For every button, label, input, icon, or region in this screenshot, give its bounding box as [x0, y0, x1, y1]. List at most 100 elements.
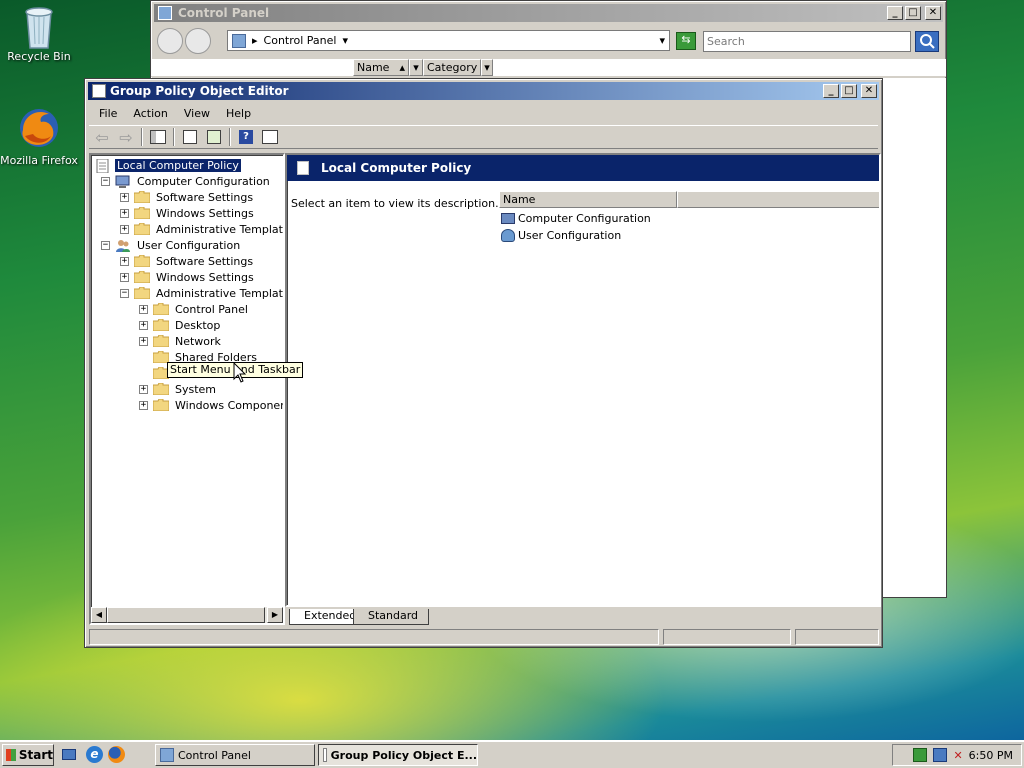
- expand-icon[interactable]: +: [120, 208, 129, 218]
- show-hide-tree-button[interactable]: [147, 127, 169, 147]
- sort-icon: ▴: [399, 61, 405, 74]
- horizontal-scrollbar[interactable]: ◀ ▶: [91, 607, 283, 623]
- close-button[interactable]: ✕: [861, 84, 877, 98]
- expand-icon[interactable]: +: [139, 320, 148, 330]
- chevron-right-icon: ▸: [252, 34, 258, 47]
- collapse-icon[interactable]: −: [101, 240, 110, 250]
- scroll-thumb[interactable]: [107, 607, 265, 623]
- properties-button[interactable]: [179, 127, 201, 147]
- expand-icon[interactable]: +: [139, 336, 148, 346]
- column-header-category[interactable]: Category: [423, 59, 481, 76]
- address-dropdown-icon[interactable]: ▾: [659, 34, 665, 47]
- menu-file[interactable]: File: [93, 105, 123, 122]
- tree-item-label: Network: [175, 334, 221, 348]
- forward-button[interactable]: [185, 28, 211, 54]
- scroll-right-button[interactable]: ▶: [267, 607, 283, 623]
- back-button[interactable]: [157, 28, 183, 54]
- expand-icon[interactable]: +: [139, 384, 148, 394]
- refresh-button[interactable]: ⇆: [676, 32, 696, 50]
- menu-action[interactable]: Action: [127, 105, 173, 122]
- column-header-name[interactable]: Name ▴: [353, 59, 409, 76]
- folder-icon: [152, 382, 170, 396]
- expand-icon[interactable]: +: [139, 304, 148, 314]
- taskbar-item-control-panel[interactable]: Control Panel: [155, 744, 315, 766]
- close-button[interactable]: ✕: [925, 6, 941, 20]
- tree-item[interactable]: + Administrative Templates: [120, 221, 285, 237]
- clock[interactable]: 6:50 PM: [969, 749, 1013, 762]
- tree-item[interactable]: + Software Settings: [120, 253, 255, 269]
- desktop-icon-recycle-bin[interactable]: Recycle Bin: [0, 2, 78, 63]
- tab-standard[interactable]: Standard: [353, 609, 430, 625]
- control-panel-header-row: Name ▴ ▾ Category ▾: [151, 59, 946, 77]
- minimize-button[interactable]: _: [887, 6, 903, 20]
- gpo-titlebar[interactable]: Group Policy Object Editor _ □ ✕: [88, 82, 879, 100]
- column-category-dropdown[interactable]: ▾: [481, 59, 493, 76]
- column-header-empty: [677, 191, 879, 208]
- expand-icon[interactable]: +: [120, 224, 129, 234]
- tree-item[interactable]: Local Computer Policy: [95, 157, 242, 174]
- console-tree[interactable]: Local Computer Policy − Computer Configura…: [89, 153, 285, 625]
- status-cell: [89, 629, 659, 645]
- maximize-button[interactable]: □: [905, 6, 921, 20]
- start-button[interactable]: Start: [2, 744, 54, 766]
- gpo-title: Group Policy Object Editor: [110, 84, 289, 98]
- collapse-icon[interactable]: −: [101, 176, 110, 186]
- search-button[interactable]: [915, 31, 939, 52]
- expand-icon[interactable]: +: [120, 256, 129, 266]
- volume-muted-icon[interactable]: ✕: [953, 749, 962, 762]
- description-icon: [262, 130, 278, 144]
- expand-icon[interactable]: +: [120, 192, 129, 202]
- help-button[interactable]: ?: [235, 127, 257, 147]
- control-panel-titlebar[interactable]: Control Panel _ □ ✕: [154, 4, 943, 22]
- tree-item[interactable]: + Control Panel: [139, 301, 250, 317]
- tree-item[interactable]: + Windows Components: [139, 397, 283, 413]
- search-input[interactable]: Search: [703, 31, 911, 52]
- tree-item[interactable]: + Desktop: [139, 317, 222, 333]
- tree-item[interactable]: + System: [139, 381, 218, 397]
- taskbar-item-gpo-editor[interactable]: Group Policy Object E...: [318, 744, 478, 766]
- column-name-dropdown[interactable]: ▾: [409, 59, 423, 76]
- tree-item[interactable]: + Network: [139, 333, 223, 349]
- network-icon[interactable]: [933, 748, 948, 762]
- tree-item[interactable]: − Computer Configuration: [101, 173, 272, 189]
- tree-item[interactable]: + Software Settings: [120, 189, 255, 205]
- gpo-app-icon: [323, 748, 327, 762]
- computer-icon: [115, 175, 131, 188]
- back-button[interactable]: ⇦: [91, 127, 113, 147]
- expand-icon[interactable]: +: [139, 400, 148, 410]
- collapse-icon[interactable]: −: [120, 288, 129, 298]
- column-header-name[interactable]: Name: [499, 191, 677, 208]
- menu-help[interactable]: Help: [220, 105, 257, 122]
- computer-icon: [501, 212, 515, 224]
- tree-item[interactable]: − Administrative Templates: [120, 285, 283, 301]
- maximize-button[interactable]: □: [841, 84, 857, 98]
- chevron-down-icon[interactable]: ▾: [342, 34, 348, 47]
- description-bar-button[interactable]: [259, 127, 281, 147]
- firefox-icon[interactable]: [108, 746, 125, 763]
- list-item[interactable]: User Configuration: [501, 227, 621, 243]
- tree-item-label: Computer Configuration: [137, 174, 270, 188]
- minimize-button[interactable]: _: [823, 84, 839, 98]
- tree-item[interactable]: + Windows Settings: [120, 269, 256, 285]
- export-list-button[interactable]: [203, 127, 225, 147]
- help-icon: ?: [239, 130, 253, 144]
- desktop-icon-firefox[interactable]: Mozilla Firefox: [0, 106, 78, 167]
- address-bar[interactable]: ▸ Control Panel ▾ ▾: [227, 30, 670, 51]
- menu-view[interactable]: View: [178, 105, 216, 122]
- expand-icon[interactable]: +: [120, 272, 129, 282]
- list-item[interactable]: Computer Configuration: [501, 210, 651, 226]
- tree-item-label: Administrative Templates: [156, 222, 285, 236]
- show-desktop-icon[interactable]: [62, 747, 78, 763]
- toolbar: ⇦ ⇨ ?: [89, 125, 878, 149]
- tree-item[interactable]: + Windows Settings: [120, 205, 256, 221]
- forward-button[interactable]: ⇨: [115, 127, 137, 147]
- recycle-bin-icon: [17, 2, 61, 49]
- view-tabs: Extended Standard: [285, 609, 881, 627]
- scroll-left-button[interactable]: ◀: [91, 607, 107, 623]
- mouse-cursor-icon: [233, 362, 247, 383]
- internet-explorer-icon[interactable]: e: [86, 746, 103, 763]
- security-center-icon[interactable]: [913, 748, 928, 762]
- tree-item-label: Software Settings: [156, 254, 254, 268]
- tree-item[interactable]: − User Configuration: [101, 237, 242, 253]
- arrow-left-icon: ⇦: [95, 127, 109, 147]
